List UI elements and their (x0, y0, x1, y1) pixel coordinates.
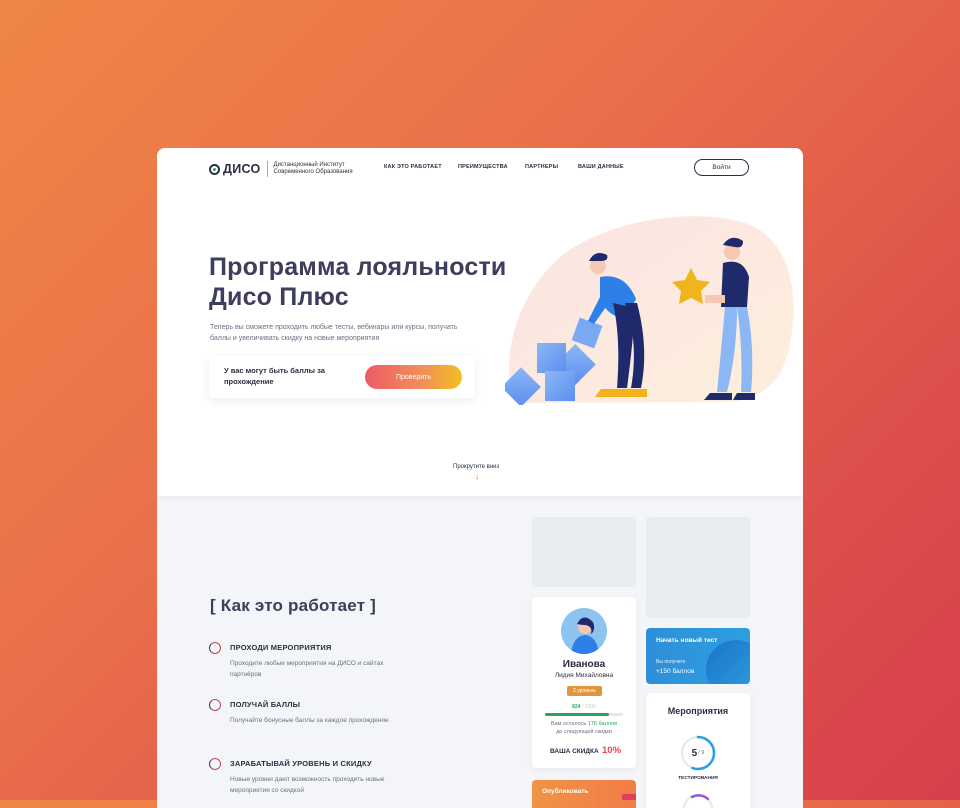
page-title: Программа лояльности Дисо Плюс (209, 252, 507, 312)
step-title: ЗАРАБАТЫВАЙ УРОВЕНЬ И СКИДКУ (230, 759, 372, 768)
hero-section: ДИСО Дистанционный Институт Современного… (157, 148, 803, 496)
events-label: ТЕСТИРОВАНИЯ (678, 776, 718, 781)
events-second-ring (682, 793, 714, 808)
step-description: Новые уровни дают возможность проходить … (230, 776, 385, 794)
step-icon (209, 699, 221, 711)
step-title: ПРОХОДИ МЕРОПРИЯТИЯ (230, 643, 332, 652)
placeholder-card (532, 517, 636, 587)
page-frame: ДИСО Дистанционный Институт Современного… (157, 148, 803, 808)
step-icon (209, 758, 221, 770)
start-test-sub: Вы получите (656, 659, 686, 665)
discount-label: ВАША СКИДКА (550, 748, 599, 755)
points-value: 824 (572, 704, 581, 710)
events-title: Мероприятия (667, 706, 729, 716)
start-test-card[interactable]: Начать новый тест Вы получите +150 балло… (646, 628, 750, 684)
start-test-points: +150 баллов (656, 668, 695, 675)
points-total: / 1000 (581, 704, 596, 710)
events-count-total: / 9 (698, 750, 705, 756)
remaining-text: Вам осталось 176 баллов до следующей ски… (532, 720, 636, 736)
check-button[interactable]: Проверить (365, 365, 462, 389)
check-points-card: У вас могут быть баллы за прохождение Пр… (209, 356, 475, 398)
events-count-value: 5 (691, 747, 698, 759)
avatar (561, 608, 607, 654)
nav-advantages[interactable]: ПРЕИМУЩЕСТВА (458, 164, 508, 170)
logo-subtitle: Дистанционный Институт Современного Обра… (273, 161, 353, 176)
level-badge: 2 уровень (567, 686, 602, 696)
points-progress-bar (545, 713, 623, 716)
arrow-down-icon[interactable]: ↓ (475, 473, 479, 481)
publish-badge (622, 794, 636, 800)
hero-description: Теперь вы сможете проходить любые тесты,… (210, 324, 458, 342)
points-progress-fill (545, 713, 610, 716)
avatar-illustration (571, 617, 599, 654)
nav-your-data[interactable]: ВАШИ ДАННЫЕ (578, 164, 624, 170)
step-icon (209, 642, 221, 654)
nav-partners[interactable]: ПАРТНЕРЫ (525, 164, 558, 170)
publish-card[interactable]: Опубликовать (532, 780, 636, 808)
profile-last-name: Иванова (562, 659, 606, 670)
profile-first-name: Лидия Михайловна (554, 672, 614, 679)
how-it-works-title: [ Как это работает ] (210, 596, 377, 615)
logo-divider (266, 161, 268, 177)
step-description: Проходите любые мероприятия на ДИСО и са… (230, 660, 384, 678)
events-count: 5/ 9 (679, 734, 717, 772)
nav-how-it-works[interactable]: КАК ЭТО РАБОТАЕТ (384, 164, 442, 170)
step-title: ПОЛУЧАЙ БАЛЛЫ (230, 700, 301, 709)
scroll-down-label[interactable]: Прокрутите вниз (453, 464, 499, 470)
hero-illustration (505, 216, 794, 405)
logo-icon (209, 163, 220, 175)
publish-label: Опубликовать (542, 788, 589, 795)
placeholder-card (646, 517, 750, 618)
remaining-value: 176 баллов (587, 721, 618, 727)
points-readout: 824 / 1000 (532, 704, 636, 710)
remaining-prefix: Вам осталось (550, 721, 587, 727)
check-points-text: У вас могут быть баллы за прохождение (224, 366, 325, 386)
discount-value: 10% (602, 745, 622, 756)
logo-text: ДИСО (223, 162, 261, 176)
page-title-line1: Программа лояльности (209, 253, 507, 281)
remaining-suffix: до следующей скидки (556, 729, 612, 735)
login-button[interactable]: Войти (694, 159, 749, 176)
logo[interactable]: ДИСО Дистанционный Институт Современного… (209, 161, 364, 177)
step-description: Получайте бонусные баллы за каждое прохо… (230, 717, 389, 724)
profile-card: Иванова Лидия Михайловна 2 уровень 824 /… (532, 597, 636, 768)
events-card: Мероприятия 5/ 9 ТЕСТИРОВАНИЯ (646, 693, 750, 808)
start-test-title: Начать новый тест (656, 637, 718, 644)
page-title-line2: Дисо Плюс (209, 283, 349, 311)
